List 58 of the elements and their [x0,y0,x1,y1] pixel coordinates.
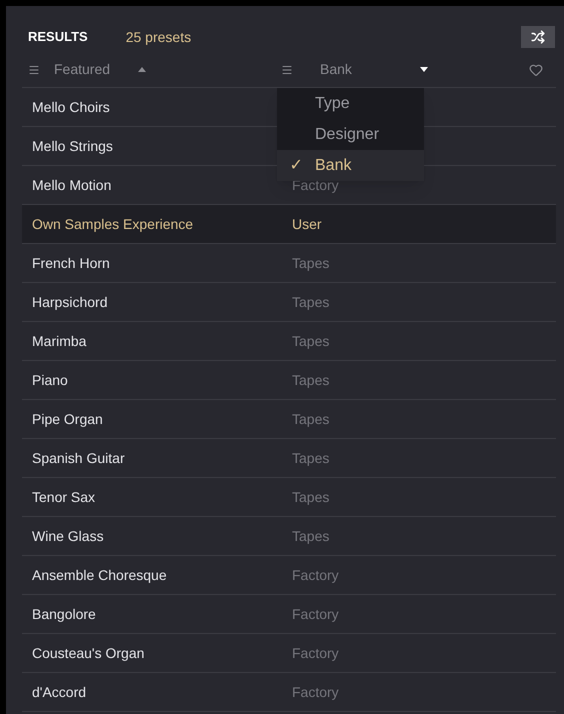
preset-name: Wine Glass [32,526,105,546]
preset-name: d'Accord [32,682,88,702]
bank-name: Tapes [292,488,330,507]
bank-name: Tapes [292,448,330,468]
preset-row[interactable]: Ansemble Choresque Factory [22,556,556,595]
preset-row[interactable]: French Horn Tapes [22,244,556,283]
menu-item[interactable]: Type [277,88,424,119]
preset-name: Bangolore [32,604,97,624]
preset-name: Ansemble Choresque [32,566,168,585]
bank-name: Tapes [292,410,330,429]
preset-name: Mello Motion [32,176,112,194]
bank-name: Tapes [292,254,330,273]
bank-name: Factory [292,566,339,585]
sort-down-icon[interactable] [420,67,428,72]
bank-name: Tapes [292,526,330,546]
preset-count: 25 presets [126,28,192,47]
preset-name: Marimba [32,332,88,350]
menu-icon[interactable] [281,64,293,76]
menu-icon[interactable] [28,64,40,76]
column-header[interactable]: Featured [54,59,138,80]
bank-name: Factory [292,604,339,624]
preset-name: Pipe Organ [32,410,104,429]
preset-row[interactable]: Wine Glass Tapes [22,517,556,556]
bank-name: Tapes [292,370,330,390]
preset-row[interactable]: Bangolore Factory [22,595,556,634]
preset-name: Harpsichord [32,292,108,312]
menu-item-label: Type [315,94,350,114]
preset-name: Mello Strings [32,136,114,156]
preset-row[interactable]: Marimba Tapes [22,322,556,361]
preset-row[interactable]: Spanish Guitar Tapes [22,439,556,478]
bank-name: Factory [292,644,339,663]
preset-name: Mello Choirs [32,98,111,116]
preset-name: Piano [32,370,69,390]
bank-name: User [292,214,322,234]
preset-name: Cousteau's Organ [32,644,146,663]
preset-name: Own Samples Experience [32,214,194,234]
preset-row[interactable]: d'Accord Factory [22,673,556,712]
bank-name: Tapes [292,332,330,351]
bank-name: Factory [292,682,339,702]
menu-item[interactable]: Designer [277,119,424,150]
shuffle-button[interactable] [521,26,555,48]
preset-row[interactable]: Cousteau's Organ Factory [22,634,556,673]
preset-name: Spanish Guitar [32,448,126,468]
menu-item-label: Designer [315,124,380,144]
preset-row[interactable]: Tenor Sax Tapes [22,478,556,517]
favorite-icon[interactable] [529,62,543,76]
preset-row[interactable]: Harpsichord Tapes [22,283,556,322]
sort-up-icon[interactable] [138,67,146,72]
results-title: RESULTS [28,28,88,46]
preset-name: French Horn [32,254,111,272]
preset-row[interactable]: Own Samples Experience User [22,205,556,244]
preset-name: Tenor Sax [32,488,96,506]
bank-name: Tapes [292,292,330,312]
menu-item[interactable]: ✓ Bank [277,150,424,181]
shuffle-icon [531,30,545,44]
preset-row[interactable]: Piano Tapes [22,361,556,400]
preset-row[interactable]: Pipe Organ Tapes [22,400,556,439]
column-header[interactable]: Bank [320,59,420,80]
